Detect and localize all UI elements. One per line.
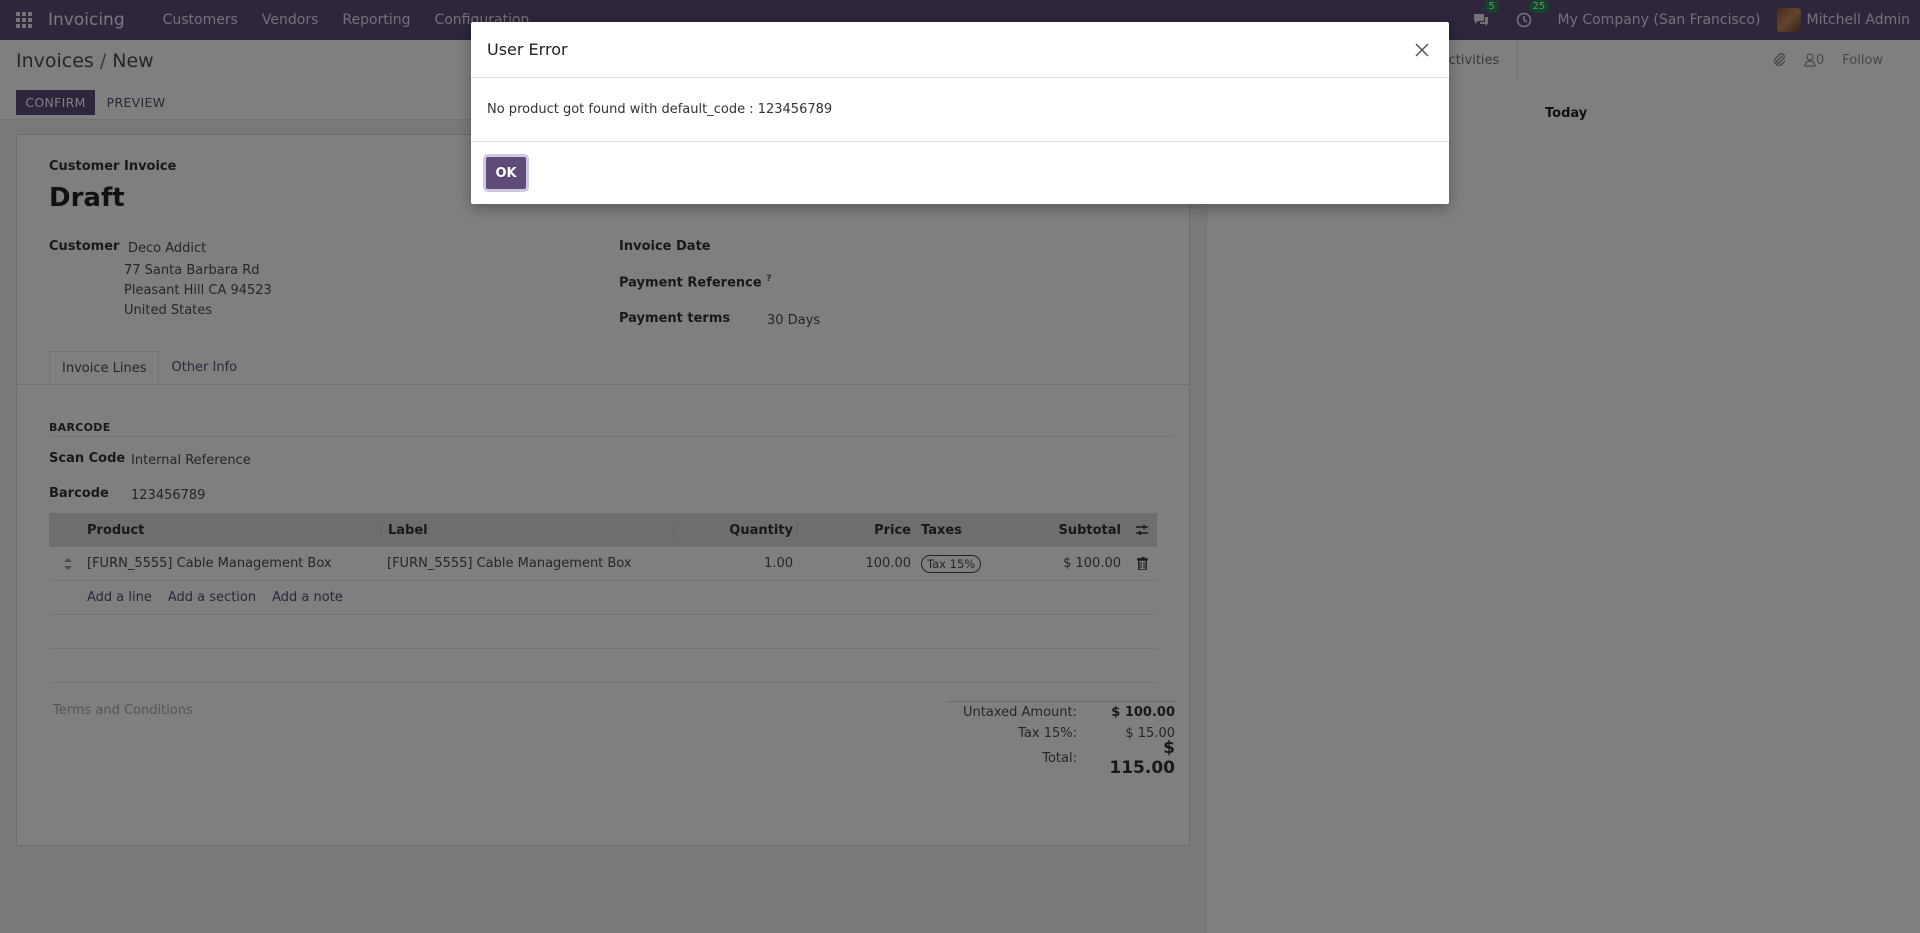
ok-button[interactable]: OK [486, 157, 526, 189]
dialog-title: User Error [487, 40, 568, 59]
dialog-body: No product got found with default_code :… [471, 78, 1449, 142]
dialog-footer: OK [471, 142, 1449, 204]
dialog-header: User Error [471, 22, 1449, 78]
user-error-dialog: User Error No product got found with def… [471, 22, 1449, 204]
close-icon[interactable] [1411, 39, 1433, 61]
dialog-message: No product got found with default_code :… [487, 102, 833, 117]
